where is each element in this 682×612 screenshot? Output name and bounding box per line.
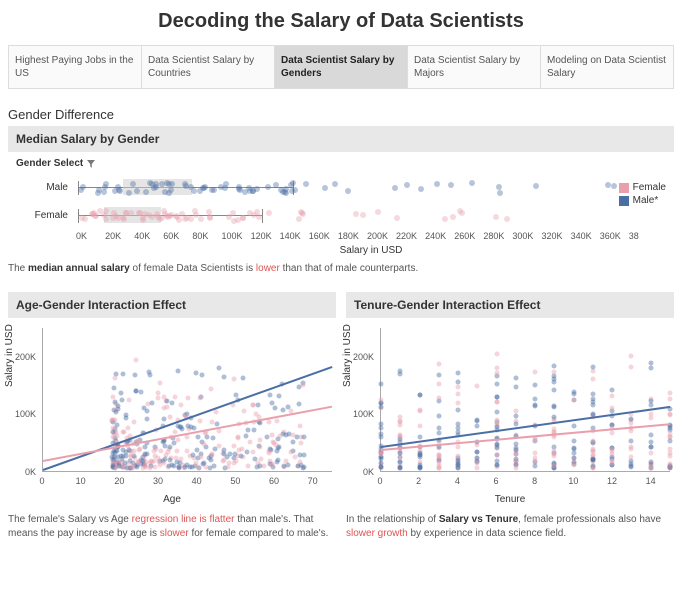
scatter-age-title: Age-Gender Interaction Effect xyxy=(8,292,336,318)
boxplot-panel: Gender Select Female Male* Male Female 0… xyxy=(8,152,674,256)
gender-select-control[interactable]: Gender Select xyxy=(8,152,674,169)
scatter-age-xlabel: Age xyxy=(8,494,336,505)
page-title: Decoding the Salary of Data Scientists xyxy=(0,0,682,45)
scatter-tenure-title: Tenure-Gender Interaction Effect xyxy=(346,292,674,318)
tab-modeling[interactable]: Modeling on Data Scientist Salary xyxy=(541,46,673,88)
tab-highest-paying[interactable]: Highest Paying Jobs in the US xyxy=(9,46,142,88)
boxplot-row-male: Male xyxy=(16,173,666,201)
tab-genders[interactable]: Data Scientist Salary by Genders xyxy=(275,46,408,88)
gender-select-label: Gender Select xyxy=(16,158,83,169)
scatter-tenure-xlabel: Tenure xyxy=(346,494,674,505)
scatter-tenure: Salary in USD 0K100K200K 02468101214 xyxy=(346,322,674,492)
filter-icon xyxy=(87,160,95,168)
boxplot-xlabel: Salary in USD xyxy=(76,245,666,256)
tab-majors[interactable]: Data Scientist Salary by Majors xyxy=(408,46,541,88)
note-tenure: In the relationship of Salary vs Tenure,… xyxy=(346,513,674,541)
tab-countries[interactable]: Data Scientist Salary by Countries xyxy=(142,46,275,88)
row-label-female: Female xyxy=(16,210,76,221)
row-label-male: Male xyxy=(16,182,76,193)
note-median: The median annual salary of female Data … xyxy=(8,262,674,276)
boxplot-title: Median Salary by Gender xyxy=(8,126,674,152)
boxplot-row-female: Female xyxy=(16,201,666,229)
section-heading: Gender Difference xyxy=(8,107,674,122)
scatter-age: Salary in USD 0K100K200K 010203040506070 xyxy=(8,322,336,492)
tab-bar: Highest Paying Jobs in the US Data Scien… xyxy=(8,45,674,89)
note-age: The female's Salary vs Age regression li… xyxy=(8,513,336,541)
boxplot-x-axis: 0K20K40K60K80K100K120K140K160K180K200K22… xyxy=(76,229,666,241)
